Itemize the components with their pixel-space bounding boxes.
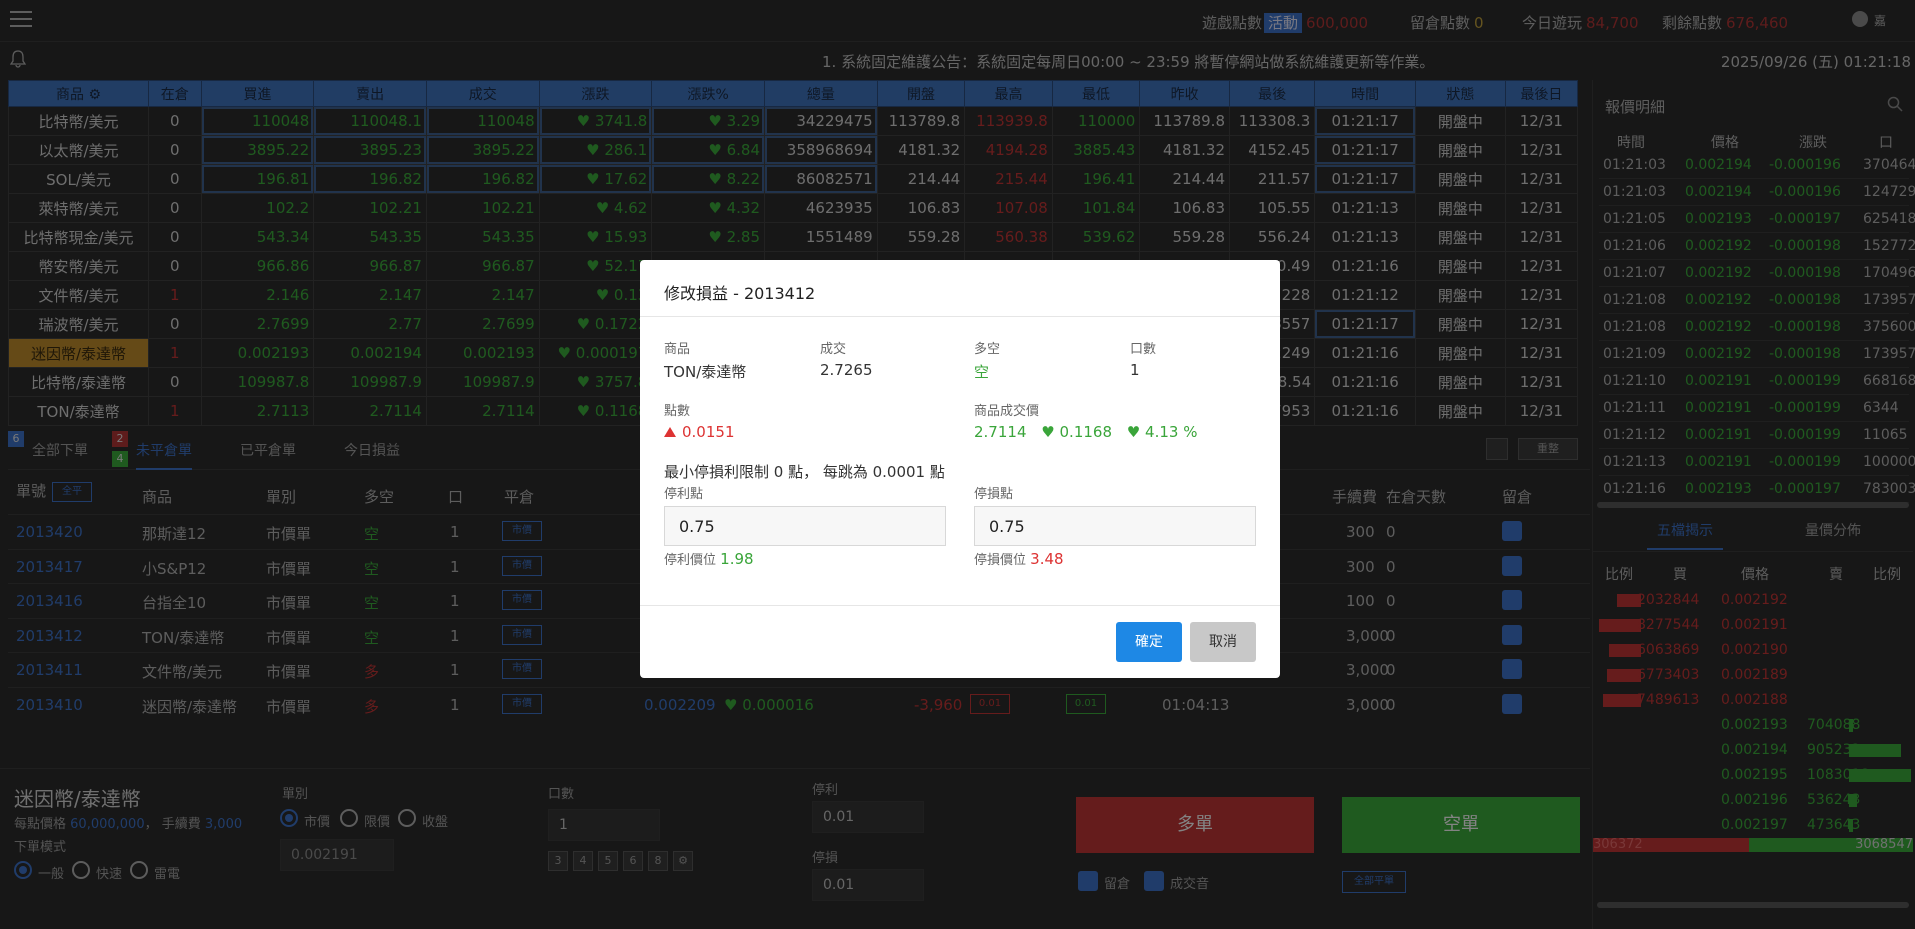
cancel-button[interactable]: 取消 bbox=[1190, 622, 1256, 662]
points-value: 0.0151 bbox=[664, 423, 735, 441]
tp-price-row: 停利價位 1.98 bbox=[664, 550, 754, 568]
product-value: TON/泰達幣 bbox=[664, 363, 747, 381]
side-label: 多空 bbox=[974, 342, 1001, 357]
trade-price-value: 2.7114 ♥ 0.1168 ♥ 4.13 % bbox=[974, 423, 1198, 441]
modal-divider-top bbox=[640, 316, 1280, 317]
fill-value: 2.7265 bbox=[820, 361, 873, 379]
sl-point-input[interactable]: 0.75 bbox=[974, 506, 1256, 546]
sl-point-label: 停損點 bbox=[974, 487, 1014, 502]
modal-title: 修改損益 - 2013412 bbox=[664, 284, 816, 303]
confirm-button[interactable]: 確定 bbox=[1116, 622, 1182, 662]
heart-down-icon-2: ♥ bbox=[1126, 423, 1141, 441]
heart-down-icon: ♥ bbox=[1041, 423, 1055, 441]
modal-divider-bottom bbox=[640, 605, 1280, 606]
edit-pl-modal: 修改損益 - 2013412 商品 TON/泰達幣 成交 2.7265 多空 空… bbox=[640, 260, 1280, 678]
tp-point-label: 停利點 bbox=[664, 487, 704, 502]
side-value: 空 bbox=[974, 363, 990, 381]
qty-value-modal: 1 bbox=[1130, 361, 1140, 379]
qty-label-modal: 口數 bbox=[1130, 342, 1157, 357]
product-label: 商品 bbox=[664, 342, 691, 357]
modal-hint: 最小停損利限制 0 點， 每跳為 0.0001 點 bbox=[664, 463, 945, 481]
tp-point-input[interactable]: 0.75 bbox=[664, 506, 946, 546]
trade-price-label: 商品成交價 bbox=[974, 404, 1040, 419]
triangle-up-icon bbox=[664, 427, 676, 437]
fill-label: 成交 bbox=[820, 342, 847, 357]
sl-price-row: 停損價位 3.48 bbox=[974, 550, 1064, 568]
points-label: 點數 bbox=[664, 404, 691, 419]
